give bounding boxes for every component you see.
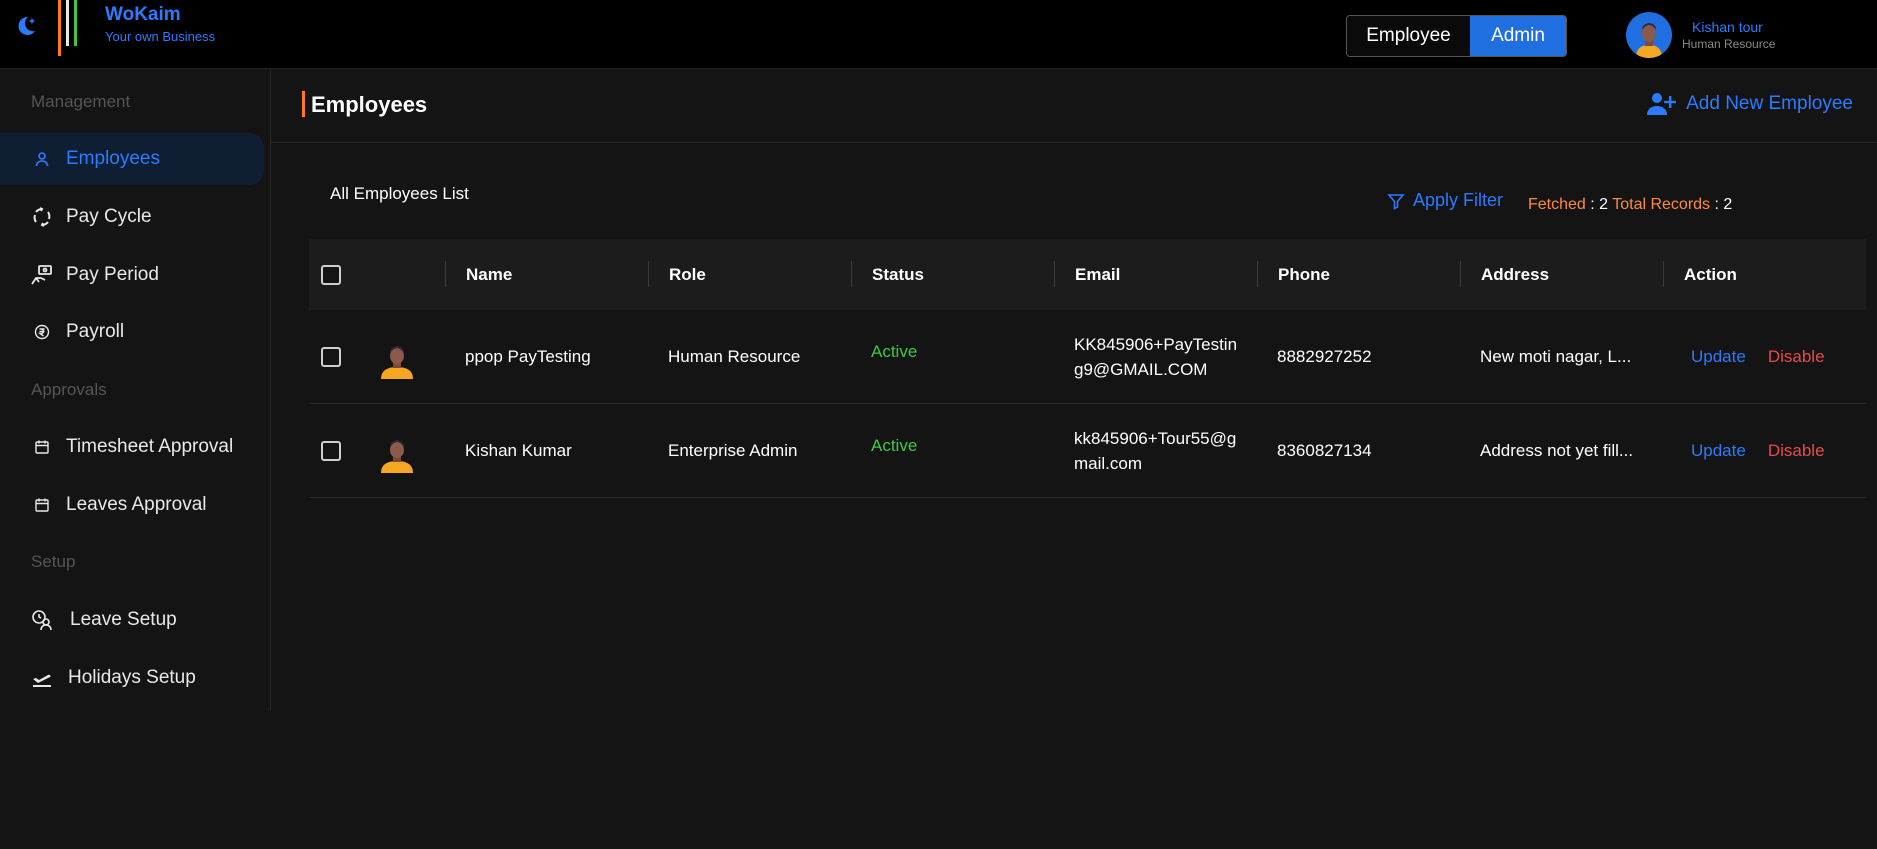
brand-name: WoKaim — [105, 4, 181, 25]
status-badge: Active — [871, 342, 918, 361]
sidebar-item-label: Payroll — [66, 321, 125, 342]
sidebar-section-setup: Setup — [31, 552, 76, 571]
user-name: Kishan tour — [1692, 19, 1763, 35]
calendar-icon — [30, 435, 54, 459]
currency-circle-icon — [30, 320, 54, 344]
avatar — [381, 346, 413, 379]
column-email: Email — [1054, 239, 1254, 310]
employee-name: ppop PayTesting — [465, 347, 591, 366]
admin-role-button[interactable]: Admin — [1470, 16, 1566, 56]
column-role: Role — [648, 239, 848, 310]
add-new-employee-button[interactable]: Add New Employee — [1646, 92, 1853, 116]
moon-star-icon — [18, 16, 35, 35]
column-name: Name — [445, 239, 645, 310]
money-hand-icon — [30, 263, 54, 287]
employee-email: kk845906+Tour55@gmail.com — [1074, 429, 1237, 473]
sidebar-item-payroll[interactable]: Payroll — [0, 306, 264, 358]
sidebar-item-pay-cycle[interactable]: Pay Cycle — [0, 191, 264, 243]
avatar — [381, 440, 413, 473]
table-header: Name Role Status Email Phone Address Act… — [309, 239, 1866, 310]
list-title: All Employees List — [330, 184, 469, 203]
cycle-icon — [30, 205, 54, 229]
employee-phone: 8882927252 — [1277, 347, 1372, 366]
calendar-icon — [30, 493, 54, 517]
employee-role: Enterprise Admin — [668, 441, 798, 460]
apply-filter-button[interactable]: Apply Filter — [1387, 190, 1503, 211]
page-title: Employees — [311, 92, 428, 117]
role-toggle: Employee Admin — [1346, 15, 1567, 57]
column-address: Address — [1460, 239, 1660, 310]
table-row: Kishan Kumar Enterprise Admin Active kk8… — [309, 404, 1866, 498]
top-bar: WoKaim Your own Business Employee Admin … — [0, 0, 1877, 69]
user-profile[interactable]: Kishan tour Human Resource — [1626, 12, 1775, 58]
page-header: Employees Add New Employee — [271, 70, 1877, 143]
record-counts: Fetched : 2 Total Records : 2 — [1528, 196, 1732, 214]
table-row: ppop PayTesting Human Resource Active KK… — [309, 310, 1866, 404]
column-status: Status — [851, 239, 1051, 310]
apply-filter-label: Apply Filter — [1413, 190, 1504, 210]
update-button[interactable]: Update — [1691, 347, 1746, 367]
row-checkbox[interactable] — [321, 347, 341, 367]
sidebar-item-leave-setup[interactable]: Leave Setup — [0, 594, 264, 646]
plane-departure-icon — [30, 666, 54, 690]
row-checkbox[interactable] — [321, 441, 341, 461]
employee-phone: 8360827134 — [1277, 441, 1372, 460]
employees-table: Name Role Status Email Phone Address Act… — [309, 239, 1866, 498]
sidebar-item-leaves-approval[interactable]: Leaves Approval — [0, 479, 264, 531]
sidebar-item-holidays-setup[interactable]: Holidays Setup — [0, 652, 264, 704]
employee-address: New moti nagar, L... — [1480, 347, 1632, 366]
main-content: Employees Add New Employee All Employees… — [271, 70, 1877, 849]
status-badge: Active — [871, 436, 918, 455]
update-button[interactable]: Update — [1691, 441, 1746, 461]
sidebar-item-label: Pay Period — [66, 264, 159, 285]
fetched-label: Fetched — [1528, 196, 1586, 213]
employee-name: Kishan Kumar — [465, 441, 572, 460]
employee-address: Address not yet fill... — [1480, 441, 1634, 460]
employee-role-button[interactable]: Employee — [1347, 16, 1470, 56]
add-new-employee-label: Add New Employee — [1686, 93, 1853, 114]
sidebar-item-employees[interactable]: Employees — [0, 133, 264, 185]
sidebar-item-label: Leave Setup — [70, 609, 177, 630]
avatar — [1626, 12, 1672, 58]
leave-setup-icon — [30, 608, 54, 632]
sidebar-item-pay-period[interactable]: Pay Period — [0, 249, 264, 301]
sidebar-section-management: Management — [31, 92, 131, 111]
total-records-label: Total Records — [1612, 196, 1711, 213]
employee-email: KK845906+PayTesting9@GMAIL.COM — [1074, 335, 1238, 379]
disable-button[interactable]: Disable — [1768, 441, 1825, 461]
select-all-checkbox[interactable] — [321, 264, 341, 285]
brand[interactable]: WoKaim Your own Business — [105, 4, 215, 44]
employee-role: Human Resource — [668, 347, 801, 366]
disable-button[interactable]: Disable — [1768, 347, 1825, 367]
title-accent-bar — [302, 91, 305, 117]
logo-bars-icon — [58, 0, 77, 56]
user-plus-icon — [1647, 93, 1677, 115]
user-role: Human Resource — [1682, 37, 1776, 51]
sidebar-item-label: Leaves Approval — [66, 494, 207, 515]
sidebar-item-label: Employees — [66, 148, 160, 169]
sidebar-item-label: Pay Cycle — [66, 206, 152, 227]
sidebar-item-label: Timesheet Approval — [66, 436, 234, 457]
filter-icon — [1387, 193, 1405, 210]
sep: : — [1714, 196, 1719, 213]
column-action: Action — [1663, 239, 1863, 310]
sidebar-section-approvals: Approvals — [31, 380, 107, 399]
sep: : — [1590, 196, 1595, 213]
sidebar-item-label: Holidays Setup — [68, 667, 196, 688]
user-icon — [30, 147, 54, 171]
fetched-value: 2 — [1599, 196, 1609, 213]
column-phone: Phone — [1257, 239, 1457, 310]
brand-tagline: Your own Business — [105, 29, 216, 44]
total-records-value: 2 — [1723, 196, 1733, 213]
sidebar: Management Employees Pay Cycle Pay Perio… — [0, 70, 271, 710]
sidebar-item-timesheet-approval[interactable]: Timesheet Approval — [0, 421, 264, 473]
